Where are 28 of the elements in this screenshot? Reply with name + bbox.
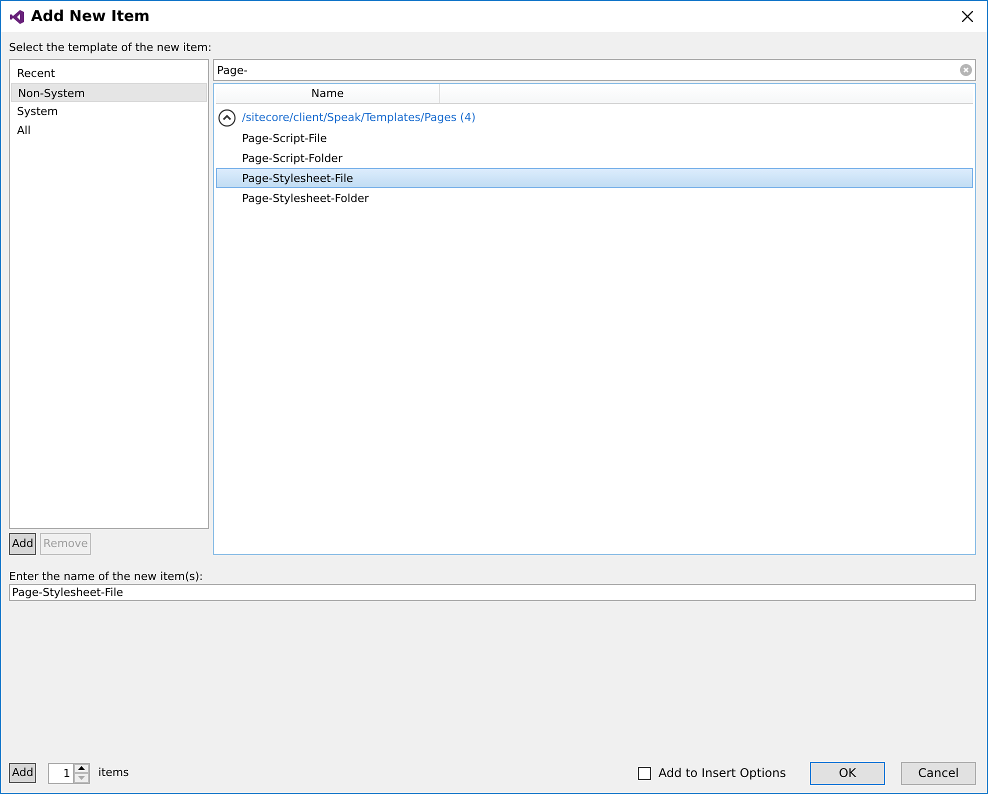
cancel-button[interactable]: Cancel [901, 762, 976, 784]
collapse-icon[interactable] [218, 109, 236, 127]
count-field[interactable]: 1 [48, 762, 74, 784]
category-item[interactable]: Recent [11, 64, 207, 83]
insert-options-label[interactable]: Add to Insert Options [658, 764, 786, 782]
count-label: items [98, 764, 129, 781]
spin-up-button[interactable] [74, 764, 90, 773]
template-label: Select the template of the new item: [9, 40, 213, 56]
template-item[interactable]: Page-Stylesheet-File [216, 168, 973, 188]
template-item[interactable]: Page-Stylesheet-Folder [216, 188, 973, 208]
add-button[interactable]: Add [9, 763, 36, 783]
window-title: Add New Item [31, 6, 150, 28]
down-arrow-icon [78, 776, 86, 780]
app-logo-icon [9, 8, 25, 24]
insert-options-checkbox[interactable] [638, 766, 651, 780]
category-item[interactable]: All [11, 121, 207, 140]
add-category-button[interactable]: Add [9, 533, 36, 555]
name-label: Enter the name of the new item(s): [9, 569, 204, 584]
category-item[interactable]: Non-System [11, 83, 207, 102]
search-field[interactable]: Page- [213, 59, 976, 81]
group-path[interactable]: /sitecore/client/Speak/Templates/Pages (4) [242, 110, 476, 126]
template-item[interactable]: Page-Script-File [216, 128, 973, 148]
name-field[interactable]: Page-Stylesheet-File [9, 584, 976, 601]
close-icon [962, 10, 973, 22]
up-arrow-icon [78, 766, 86, 770]
ok-button[interactable]: OK [810, 762, 885, 784]
category-item[interactable]: System [11, 102, 207, 121]
template-item[interactable]: Page-Script-Folder [216, 148, 973, 168]
